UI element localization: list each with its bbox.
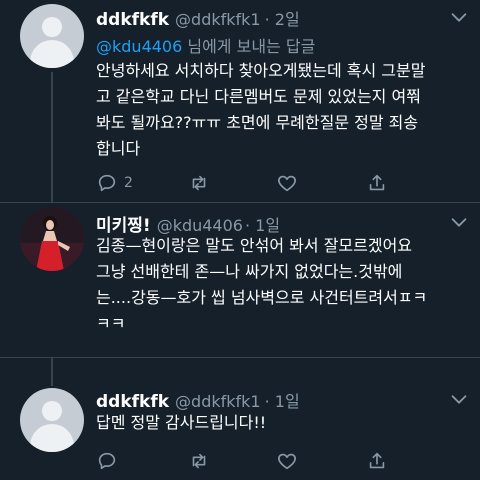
tweet-text: 김종—현이랑은 말도 안섞어 봐서 잘모르겠어요 그냥 선배한테 존—나 싸가지… xyxy=(96,236,428,333)
reply-count: 2 xyxy=(124,175,133,191)
replying-to-label: 님에게 보내는 답글 xyxy=(182,37,316,56)
retweet-button[interactable] xyxy=(188,172,210,194)
reply-icon xyxy=(98,452,116,470)
thread-line xyxy=(51,358,53,386)
user-handle[interactable]: @ddkfkfk1 xyxy=(175,392,261,411)
tweet-2[interactable]: 미키찡! @kdu4406 · 1일 김종—현이랑은 말도 안섞어 봐서 잘모르… xyxy=(0,203,480,357)
share-icon xyxy=(369,452,385,469)
chevron-down-icon[interactable] xyxy=(448,211,470,233)
mention-link[interactable]: @kdu4406 xyxy=(96,37,182,56)
avatar[interactable] xyxy=(20,207,84,271)
reply-icon xyxy=(98,174,116,192)
reply-button[interactable] xyxy=(96,450,118,472)
heart-icon xyxy=(278,453,296,470)
share-icon xyxy=(369,174,385,191)
avatar[interactable] xyxy=(20,388,84,452)
display-name[interactable]: ddkfkfk xyxy=(96,10,169,30)
tweet-text: 답멘 정말 감사드립니다!! xyxy=(96,413,267,432)
tweet-3[interactable]: ddkfkfk @ddkfkfk1 · 1일 답멘 정말 감사드립니다!! xyxy=(0,358,480,480)
timestamp[interactable]: · 1일 xyxy=(265,388,300,412)
like-button[interactable] xyxy=(276,172,298,194)
like-button[interactable] xyxy=(276,450,298,472)
avatar[interactable] xyxy=(20,4,84,68)
chevron-down-icon[interactable] xyxy=(448,6,470,28)
retweet-icon xyxy=(192,175,206,191)
share-button[interactable] xyxy=(366,450,388,472)
replying-to: @kdu4406 님에게 보내는 답글 xyxy=(96,33,315,57)
tweet-text: 안녕하세요 서치하다 찾아오게됐는데 혹시 그분말 고 같은학교 다닌 다른멤버… xyxy=(96,61,426,158)
chevron-down-icon[interactable] xyxy=(448,388,470,410)
retweet-icon xyxy=(192,453,206,469)
reply-button[interactable]: 2 xyxy=(96,172,133,194)
heart-icon xyxy=(278,175,296,192)
tweet-actions: 2 xyxy=(96,172,396,196)
tweet-1[interactable]: ddkfkfk @ddkfkfk1 · 2일 @kdu4406 님에게 보내는 … xyxy=(0,0,480,202)
thread-line xyxy=(51,72,53,202)
timestamp[interactable]: · 2일 xyxy=(265,6,300,30)
display-name[interactable]: ddkfkfk xyxy=(96,392,169,412)
retweet-button[interactable] xyxy=(188,450,210,472)
tweet-actions xyxy=(96,450,396,474)
profile-photo xyxy=(20,207,84,271)
user-handle[interactable]: @ddkfkfk1 xyxy=(175,10,261,29)
share-button[interactable] xyxy=(366,172,388,194)
